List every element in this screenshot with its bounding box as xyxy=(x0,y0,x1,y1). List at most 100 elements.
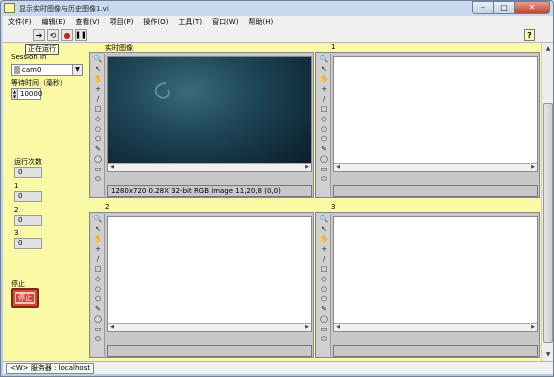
scroll-left-icon[interactable]: ◀ xyxy=(334,164,342,171)
zoom-icon[interactable]: 🔍 xyxy=(93,55,103,64)
annulus-icon[interactable]: ◯ xyxy=(319,155,329,164)
oval-icon[interactable]: ○ xyxy=(319,125,329,134)
history-image-3-info xyxy=(333,345,538,357)
rotated-rect-icon[interactable]: ◇ xyxy=(93,115,103,124)
pause-icon[interactable]: ❚❚ xyxy=(75,29,87,41)
help-button[interactable]: ? xyxy=(524,29,535,41)
freehand-icon[interactable]: ✎ xyxy=(93,305,103,314)
rectangle-icon[interactable]: □ xyxy=(93,105,103,114)
scroll-up-icon[interactable]: ▲ xyxy=(543,44,553,54)
rotated-rect-icon[interactable]: ◇ xyxy=(319,115,329,124)
crosshair-icon[interactable]: + xyxy=(93,85,103,94)
live-image-canvas[interactable]: ◀ ▶ xyxy=(107,56,312,172)
pointer-icon[interactable]: ↖ xyxy=(319,225,329,234)
rotated-rect-icon[interactable]: ◇ xyxy=(319,275,329,284)
menu-view[interactable]: 查看(V) xyxy=(70,16,104,28)
zoom-icon[interactable]: 🔍 xyxy=(319,55,329,64)
scroll-right-icon[interactable]: ▶ xyxy=(303,324,311,331)
annulus-icon[interactable]: ◯ xyxy=(93,155,103,164)
oval-icon[interactable]: ○ xyxy=(319,285,329,294)
scroll-down-icon[interactable]: ▼ xyxy=(543,350,553,360)
closed-freehand-icon[interactable]: ⬭ xyxy=(93,175,103,184)
title-bar: 显示实时图像与历史图像1.vi – □ ✕ xyxy=(1,1,553,16)
menu-tools[interactable]: 工具(T) xyxy=(173,16,207,28)
pointer-icon[interactable]: ↖ xyxy=(93,65,103,74)
line-icon[interactable]: / xyxy=(93,255,103,264)
menu-operate[interactable]: 操作(O) xyxy=(138,16,173,28)
rotated-rect-icon[interactable]: ◇ xyxy=(93,275,103,284)
broken-line-icon[interactable]: ▭ xyxy=(319,165,329,174)
broken-line-icon[interactable]: ▭ xyxy=(93,325,103,334)
abort-execution-icon[interactable]: ● xyxy=(61,29,73,41)
wait-time-label: 等待时间（毫秒） xyxy=(11,79,67,87)
menu-file[interactable]: 文件(F) xyxy=(3,16,37,28)
session-in-select[interactable]: cam0 ▼ xyxy=(11,64,83,76)
live-image-hscroll[interactable]: ◀ ▶ xyxy=(108,163,311,171)
broken-line-icon[interactable]: ▭ xyxy=(93,165,103,174)
pointer-icon[interactable]: ↖ xyxy=(319,65,329,74)
pan-icon[interactable]: ✋ xyxy=(319,75,329,84)
front-panel: Session In cam0 ▼ 等待时间（毫秒） ▲ ▼ 10000 运行次数… xyxy=(3,43,541,361)
polygon-icon[interactable]: ⬠ xyxy=(319,135,329,144)
oval-icon[interactable]: ○ xyxy=(93,285,103,294)
line-icon[interactable]: / xyxy=(93,95,103,104)
wait-time-numeric[interactable]: ▲ ▼ 10000 xyxy=(11,88,42,100)
scroll-right-icon[interactable]: ▶ xyxy=(529,324,537,331)
crosshair-icon[interactable]: + xyxy=(93,245,103,254)
scroll-right-icon[interactable]: ▶ xyxy=(303,164,311,171)
maximize-button[interactable]: □ xyxy=(493,1,515,14)
annulus-icon[interactable]: ◯ xyxy=(93,315,103,324)
history-image-3-title: 3 xyxy=(331,203,336,211)
history-image-1-canvas[interactable]: ◀ ▶ xyxy=(333,56,538,172)
crosshair-icon[interactable]: + xyxy=(319,245,329,254)
menu-window[interactable]: 窗口(W) xyxy=(207,16,243,28)
menu-edit[interactable]: 编辑(E) xyxy=(37,16,71,28)
closed-freehand-icon[interactable]: ⬭ xyxy=(319,335,329,344)
panel-vertical-scrollbar[interactable]: ▲ ▼ xyxy=(541,43,553,361)
run-continuously-icon[interactable]: ⟲ xyxy=(47,29,59,41)
scroll-right-icon[interactable]: ▶ xyxy=(529,164,537,171)
increment-decrement-icon[interactable]: ▲ ▼ xyxy=(12,89,18,99)
freehand-icon[interactable]: ✎ xyxy=(93,145,103,154)
history-image-1-title: 1 xyxy=(331,43,336,51)
zoom-icon[interactable]: 🔍 xyxy=(93,215,103,224)
freehand-icon[interactable]: ✎ xyxy=(319,305,329,314)
image-hscroll[interactable]: ◀ ▶ xyxy=(108,323,311,331)
chevron-down-icon[interactable]: ▼ xyxy=(72,65,82,75)
pan-icon[interactable]: ✋ xyxy=(93,235,103,244)
broken-line-icon[interactable]: ▭ xyxy=(319,325,329,334)
image-hscroll[interactable]: ◀ ▶ xyxy=(334,163,537,171)
pan-icon[interactable]: ✋ xyxy=(93,75,103,84)
history-image-3-canvas[interactable]: ◀ ▶ xyxy=(333,216,538,332)
oval-icon[interactable]: ○ xyxy=(93,125,103,134)
scroll-left-icon[interactable]: ◀ xyxy=(108,324,116,331)
minimize-button[interactable]: – xyxy=(472,1,494,14)
stop-button[interactable]: 停止 xyxy=(11,288,39,308)
run-arrow-icon[interactable]: ➔ xyxy=(33,29,45,41)
polygon-icon[interactable]: ⬠ xyxy=(93,135,103,144)
closed-freehand-icon[interactable]: ⬭ xyxy=(319,175,329,184)
line-icon[interactable]: / xyxy=(319,255,329,264)
rectangle-icon[interactable]: □ xyxy=(319,105,329,114)
rectangle-icon[interactable]: □ xyxy=(319,265,329,274)
scroll-thumb[interactable] xyxy=(543,103,553,343)
crosshair-icon[interactable]: + xyxy=(319,85,329,94)
polygon-icon[interactable]: ⬠ xyxy=(319,295,329,304)
live-image-display: 🔍 ↖ ✋ + / □ ◇ ○ ⬠ ✎ ◯ ▭ ⬭ ◀ ▶ 1280x720 0… xyxy=(89,52,314,198)
scroll-left-icon[interactable]: ◀ xyxy=(108,164,116,171)
menu-project[interactable]: 项目(P) xyxy=(105,16,139,28)
history-image-2-canvas[interactable]: ◀ ▶ xyxy=(107,216,312,332)
menu-help[interactable]: 帮助(H) xyxy=(243,16,278,28)
pointer-icon[interactable]: ↖ xyxy=(93,225,103,234)
line-icon[interactable]: / xyxy=(319,95,329,104)
close-button[interactable]: ✕ xyxy=(514,1,550,14)
annulus-icon[interactable]: ◯ xyxy=(319,315,329,324)
closed-freehand-icon[interactable]: ⬭ xyxy=(93,335,103,344)
polygon-icon[interactable]: ⬠ xyxy=(93,295,103,304)
scroll-left-icon[interactable]: ◀ xyxy=(334,324,342,331)
image-hscroll[interactable]: ◀ ▶ xyxy=(334,323,537,331)
zoom-icon[interactable]: 🔍 xyxy=(319,215,329,224)
rectangle-icon[interactable]: □ xyxy=(93,265,103,274)
pan-icon[interactable]: ✋ xyxy=(319,235,329,244)
freehand-icon[interactable]: ✎ xyxy=(319,145,329,154)
